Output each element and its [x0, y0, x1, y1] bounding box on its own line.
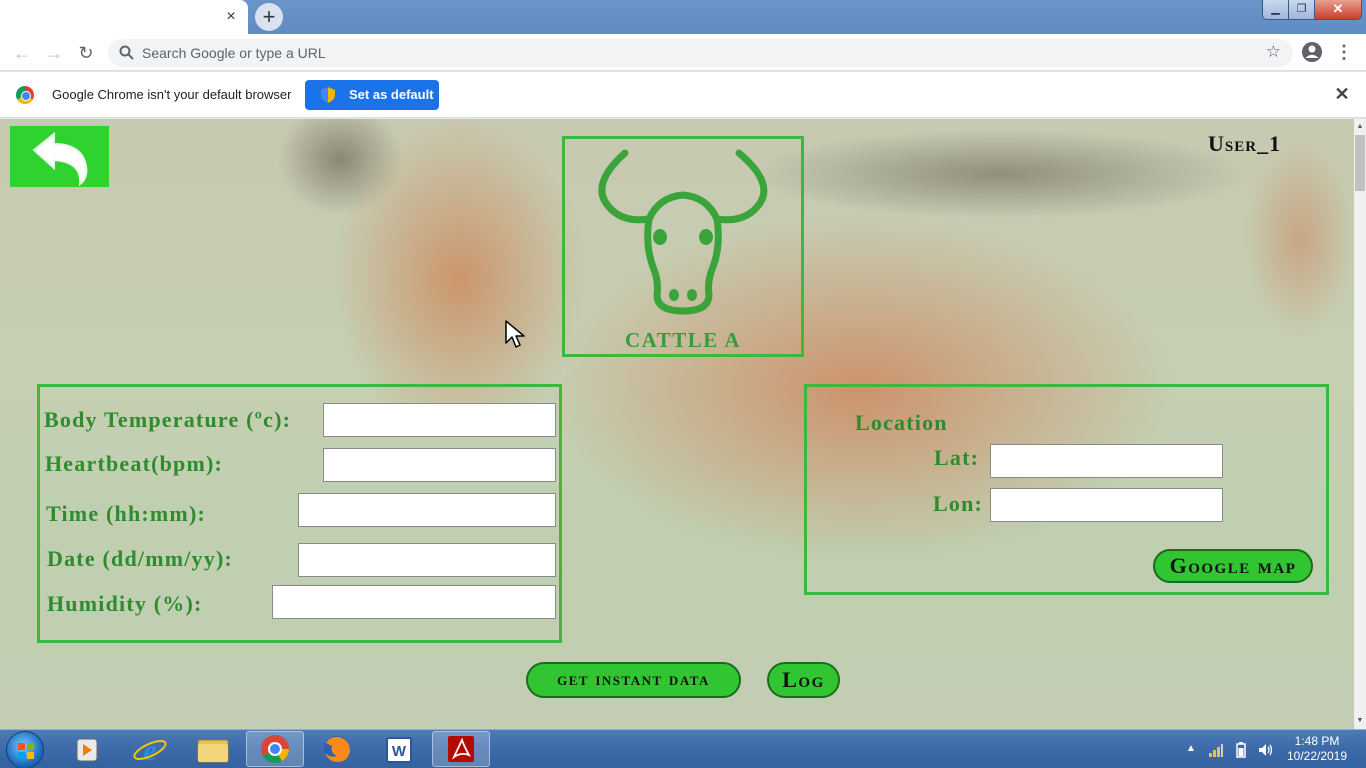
humidity-field[interactable] [272, 585, 556, 619]
internet-explorer-icon: e [133, 734, 167, 767]
firefox-icon [324, 736, 350, 762]
address-bar[interactable]: Search Google or type a URL ☆ [108, 39, 1293, 67]
forward-arrow-icon[interactable]: → [42, 41, 66, 65]
mouse-pointer-icon [505, 320, 525, 348]
scroll-thumb[interactable] [1355, 135, 1365, 191]
network-icon[interactable] [1208, 742, 1224, 758]
get-instant-data-button[interactable]: get instant data [526, 662, 741, 698]
scroll-up-icon[interactable]: ▲ [1354, 121, 1366, 133]
taskbar-word[interactable]: W [370, 731, 428, 767]
folder-icon [197, 739, 229, 763]
search-icon [119, 45, 134, 60]
back-arrow-icon[interactable]: ← [10, 41, 34, 65]
bookmark-star-icon[interactable]: ☆ [1266, 42, 1281, 62]
cattle-head-icon [598, 149, 768, 315]
clock-date: 10/22/2019 [1286, 749, 1348, 763]
address-bar-placeholder: Search Google or type a URL [142, 45, 326, 61]
default-browser-infobar: Google Chrome isn't your default browser… [0, 72, 1366, 118]
location-title: Location [855, 410, 948, 435]
svg-text:e: e [143, 734, 156, 767]
set-default-label: Set as default [349, 87, 434, 102]
taskbar-acrobat[interactable] [432, 731, 490, 767]
windows-logo-icon [18, 743, 34, 759]
tray-expand-icon[interactable]: ▲ [1186, 743, 1196, 754]
heartbeat-field[interactable] [323, 448, 556, 482]
lon-field[interactable] [990, 488, 1223, 522]
sensor-panel: Body Temperature (ºc): Heartbeat(bpm): T… [37, 384, 562, 643]
svg-text:W: W [392, 743, 407, 760]
windows-taskbar: e W ▲ 1:48 PM 10/22/2019 [0, 729, 1366, 768]
new-tab-button[interactable]: + [255, 3, 283, 31]
chrome-icon [261, 735, 289, 763]
window-close-button[interactable]: ✕ [1315, 0, 1361, 19]
browser-toolbar: ← → ↻ Search Google or type a URL ☆ [0, 34, 1366, 71]
lon-label: Lon: [933, 491, 984, 516]
tab-close-icon[interactable]: × [222, 8, 240, 26]
location-panel: Location Lat: Lon: Google map [804, 384, 1329, 595]
scroll-down-icon[interactable]: ▼ [1354, 715, 1366, 727]
body-temp-label: Body Temperature (ºc): [44, 407, 292, 432]
shield-icon [321, 87, 335, 103]
profile-avatar-icon[interactable] [1301, 41, 1323, 63]
browser-tab-active[interactable]: × [0, 0, 248, 34]
humidity-label: Humidity (%): [47, 591, 203, 616]
maximize-button[interactable]: ❐ [1289, 0, 1315, 19]
browser-titlebar: × + ▁ ❐ ✕ [0, 0, 1366, 34]
date-label: Date (dd/mm/yy): [47, 546, 234, 571]
taskbar-chrome[interactable] [246, 731, 304, 767]
date-field[interactable] [298, 543, 556, 577]
cattle-name: CATTLE A [624, 328, 742, 352]
page-content: User_1 CATTLE A Body Temperature (ºc): H… [0, 119, 1354, 729]
cattle-card: CATTLE A [562, 136, 804, 357]
taskbar-file-explorer[interactable] [184, 731, 242, 767]
system-clock[interactable]: 1:48 PM 10/22/2019 [1282, 734, 1352, 764]
taskbar-firefox[interactable] [308, 731, 366, 767]
minimize-button[interactable]: ▁ [1263, 0, 1289, 19]
infobar-message: Google Chrome isn't your default browser [52, 87, 292, 102]
start-button[interactable] [6, 731, 44, 768]
heartbeat-label: Heartbeat(bpm): [45, 451, 224, 476]
infobar-close-icon[interactable]: ✕ [1333, 85, 1351, 103]
taskbar-media-player[interactable] [58, 731, 116, 767]
lat-label: Lat: [934, 445, 980, 470]
clock-time: 1:48 PM [1294, 734, 1340, 748]
body-temp-field[interactable] [323, 403, 556, 437]
time-label: Time (hh:mm): [46, 501, 207, 526]
battery-icon[interactable] [1233, 742, 1249, 758]
page-scrollbar[interactable]: ▲ ▼ [1354, 119, 1366, 729]
volume-icon[interactable] [1257, 742, 1273, 758]
chrome-menu-icon[interactable]: ⋮ [1334, 40, 1354, 64]
chrome-logo-icon [16, 86, 34, 104]
window-controls: ▁ ❐ ✕ [1262, 0, 1362, 20]
reload-icon[interactable]: ↻ [74, 41, 98, 65]
google-map-button[interactable]: Google map [1153, 549, 1313, 583]
set-default-button[interactable]: Set as default [305, 80, 439, 110]
time-field[interactable] [298, 493, 556, 527]
log-button[interactable]: Log [767, 662, 840, 698]
acrobat-icon [448, 736, 474, 762]
back-button[interactable] [10, 126, 109, 187]
word-icon: W [386, 737, 412, 763]
user-label: User_1 [1208, 131, 1282, 156]
media-player-icon [76, 738, 98, 762]
lat-field[interactable] [990, 444, 1223, 478]
undo-arrow-icon [32, 131, 88, 187]
taskbar-internet-explorer[interactable]: e [121, 731, 179, 767]
